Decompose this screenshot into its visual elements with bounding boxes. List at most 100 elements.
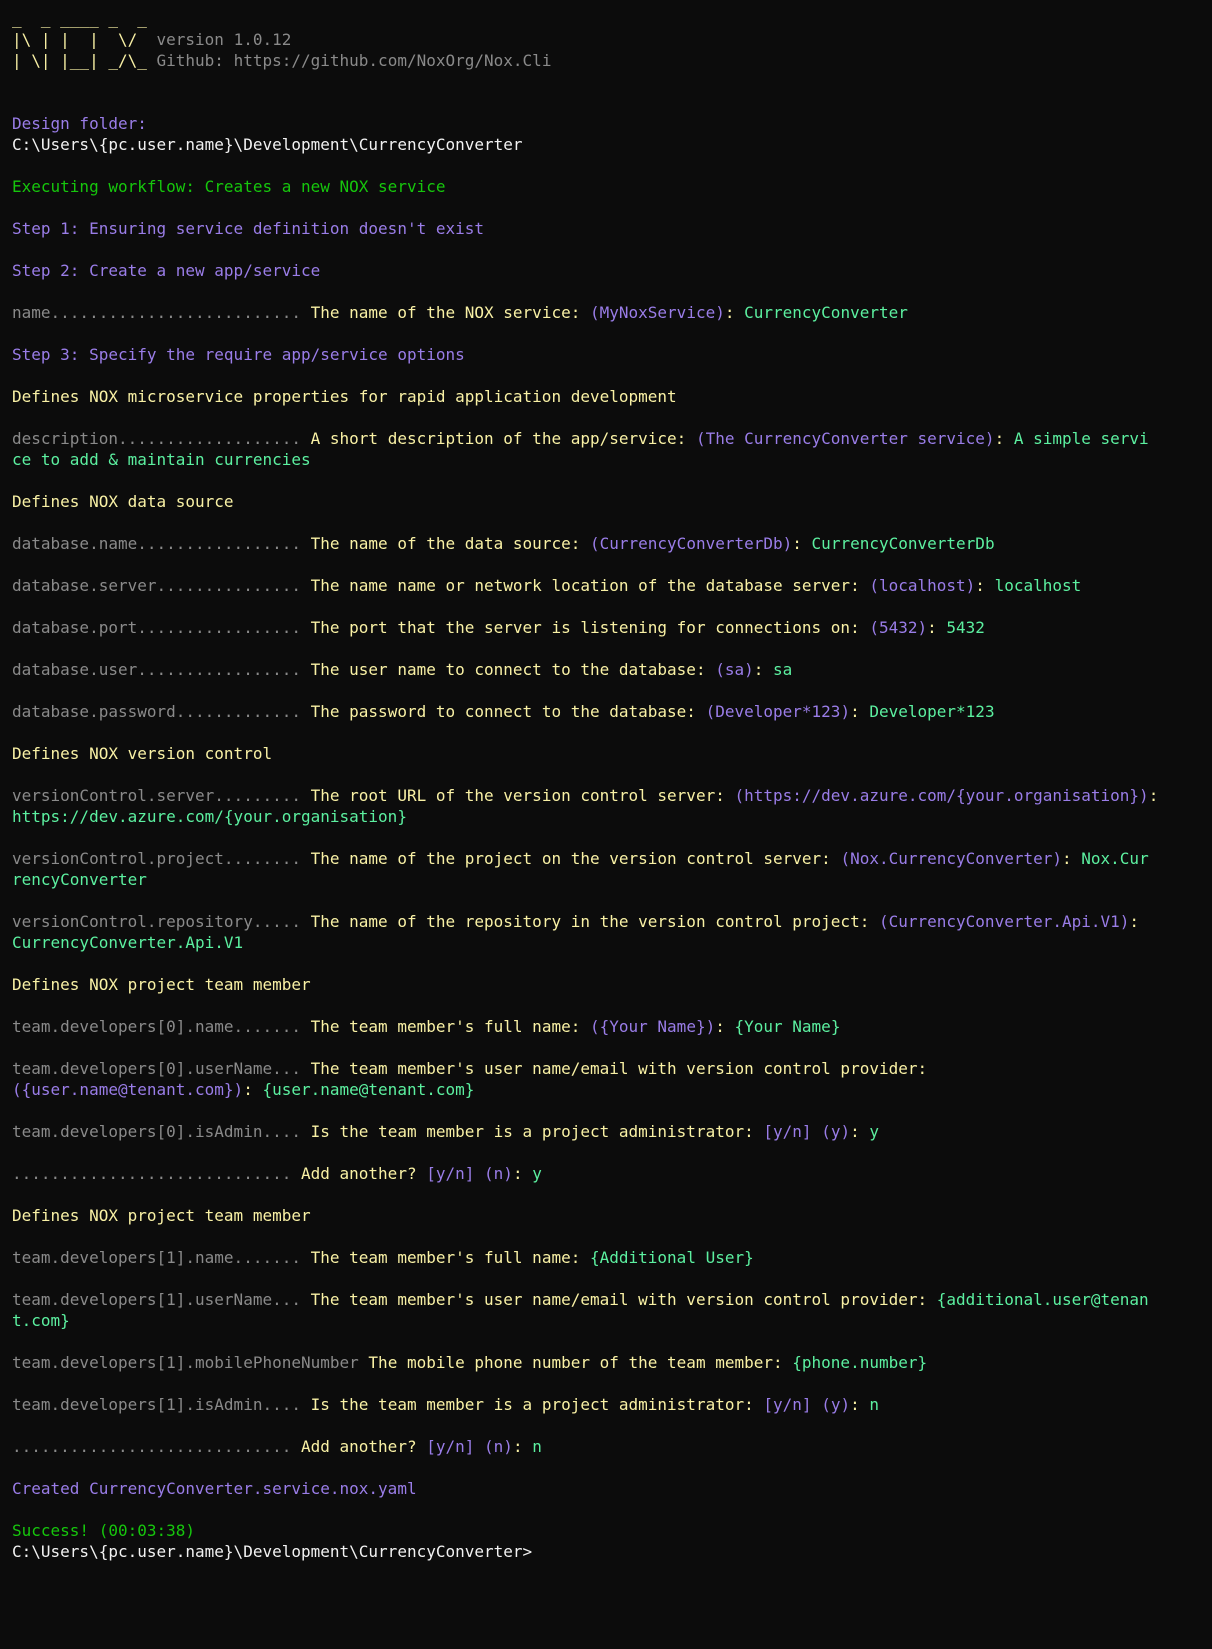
section-heading-team-member: Defines NOX project team member	[12, 1206, 311, 1225]
github-text: Github: https://github.com/NoxOrg/Nox.Cl…	[156, 51, 552, 70]
question-answer: CurrencyConverterDb	[811, 534, 995, 553]
question-separator: :	[1148, 786, 1159, 805]
design-folder-label: Design folder:	[12, 114, 147, 133]
question-prompt: Add another?	[300, 1164, 427, 1183]
question-db-server: database.server............... The name …	[12, 575, 1200, 596]
question-answer: CurrencyConverter	[744, 303, 908, 322]
question-separator: :	[975, 576, 995, 595]
question-prompt: The root URL of the version control serv…	[310, 786, 735, 805]
question-answer: Nox.Cur	[1081, 849, 1149, 868]
question-options: [y/n]	[426, 1164, 475, 1183]
question-default: (https://dev.azure.com/{your.organisatio…	[734, 786, 1149, 805]
question-prompt: The team member's user name/email with v…	[310, 1059, 928, 1078]
section-heading-version-control: Defines NOX version control	[12, 744, 273, 763]
question-prompt: Is the team member is a project administ…	[310, 1122, 764, 1141]
question-answer: {Your Name}	[734, 1017, 841, 1036]
question-options: [y/n]	[763, 1122, 812, 1141]
question-answer: 5432	[946, 618, 985, 637]
question-key: versionControl.repository.....	[12, 912, 311, 931]
version-text: version 1.0.12	[156, 30, 292, 49]
question-vc-server: versionControl.server......... The root …	[12, 785, 1200, 806]
question-vc-project: versionControl.project........ The name …	[12, 848, 1200, 869]
step-1: Step 1: Ensuring service definition does…	[12, 219, 485, 238]
question-key: team.developers[0].name.......	[12, 1017, 311, 1036]
question-default: (localhost)	[869, 576, 976, 595]
question-key: team.developers[1].name.......	[12, 1248, 311, 1267]
question-separator: :	[753, 660, 773, 679]
question-dev1-isadmin: team.developers[1].isAdmin.... Is the te…	[12, 1394, 1200, 1415]
question-default: (n)	[484, 1164, 513, 1183]
terminal-window[interactable]: _ _ ____ _ _ |\ | | | \/ version 1.0.12 …	[0, 0, 1212, 1649]
step-3: Step 3: Specify the require app/service …	[12, 345, 465, 364]
command-prompt[interactable]: C:\Users\{pc.user.name}\Development\Curr…	[12, 1541, 1200, 1562]
question-default: (y)	[821, 1122, 851, 1141]
question-key: name..........................	[12, 303, 311, 322]
question-key: team.developers[1].userName...	[12, 1290, 311, 1309]
question-default: (sa)	[715, 660, 754, 679]
section-heading-properties: Defines NOX microservice properties for …	[12, 387, 677, 406]
question-default: (n)	[484, 1437, 513, 1456]
question-db-port: database.port................. The port …	[12, 617, 1200, 638]
question-separator: :	[243, 1080, 263, 1099]
question-name: name.......................... The name …	[12, 302, 1200, 323]
question-answer: y	[532, 1164, 542, 1183]
question-answer: {additional.user@tenan	[936, 1290, 1149, 1309]
question-dev1-name: team.developers[1].name....... The team …	[12, 1247, 1200, 1268]
question-separator: :	[512, 1437, 533, 1456]
question-default: (MyNoxService)	[589, 303, 725, 322]
question-default: (y)	[821, 1395, 851, 1414]
question-key: database.server...............	[12, 576, 311, 595]
section-heading-team-member: Defines NOX project team member	[12, 975, 311, 994]
banner-art-line-2: |\ | | | \/	[12, 30, 147, 49]
question-dev0-username-wrap: ({user.name@tenant.com}): {user.name@ten…	[12, 1079, 1200, 1100]
workflow-line: Executing workflow: Creates a new NOX se…	[12, 177, 446, 196]
question-prompt: The team member's full name:	[310, 1017, 590, 1036]
question-answer: {Additional User}	[589, 1248, 754, 1267]
question-default: (5432)	[869, 618, 928, 637]
question-key: versionControl.project........	[12, 849, 311, 868]
question-separator: :	[994, 429, 1014, 448]
question-separator: :	[850, 1395, 870, 1414]
question-dev0-username: team.developers[0].userName... The team …	[12, 1058, 1200, 1079]
question-prompt: The name of the data source:	[310, 534, 590, 553]
question-separator: :	[724, 303, 745, 322]
question-default: (The CurrencyConverter service)	[695, 429, 995, 448]
question-answer: sa	[773, 660, 793, 679]
section-heading-datasource: Defines NOX data source	[12, 492, 234, 511]
question-default: (Nox.CurrencyConverter)	[840, 849, 1062, 868]
question-answer: y	[869, 1122, 879, 1141]
design-folder-path: C:\Users\{pc.user.name}\Development\Curr…	[12, 135, 523, 154]
question-prompt: The name name or network location of the…	[310, 576, 870, 595]
question-prompt: The team member's user name/email with v…	[310, 1290, 937, 1309]
question-prompt: The name of the NOX service:	[310, 303, 590, 322]
question-key: team.developers[0].isAdmin....	[12, 1122, 311, 1141]
question-prompt: The name of the repository in the versio…	[310, 912, 879, 931]
question-dev0-isadmin: team.developers[0].isAdmin.... Is the te…	[12, 1121, 1200, 1142]
question-separator: :	[792, 534, 812, 553]
question-options: [y/n]	[763, 1395, 812, 1414]
question-prompt: Is the team member is a project administ…	[310, 1395, 764, 1414]
question-db-name: database.name................. The name …	[12, 533, 1200, 554]
question-dev1-username: team.developers[1].userName... The team …	[12, 1289, 1200, 1310]
